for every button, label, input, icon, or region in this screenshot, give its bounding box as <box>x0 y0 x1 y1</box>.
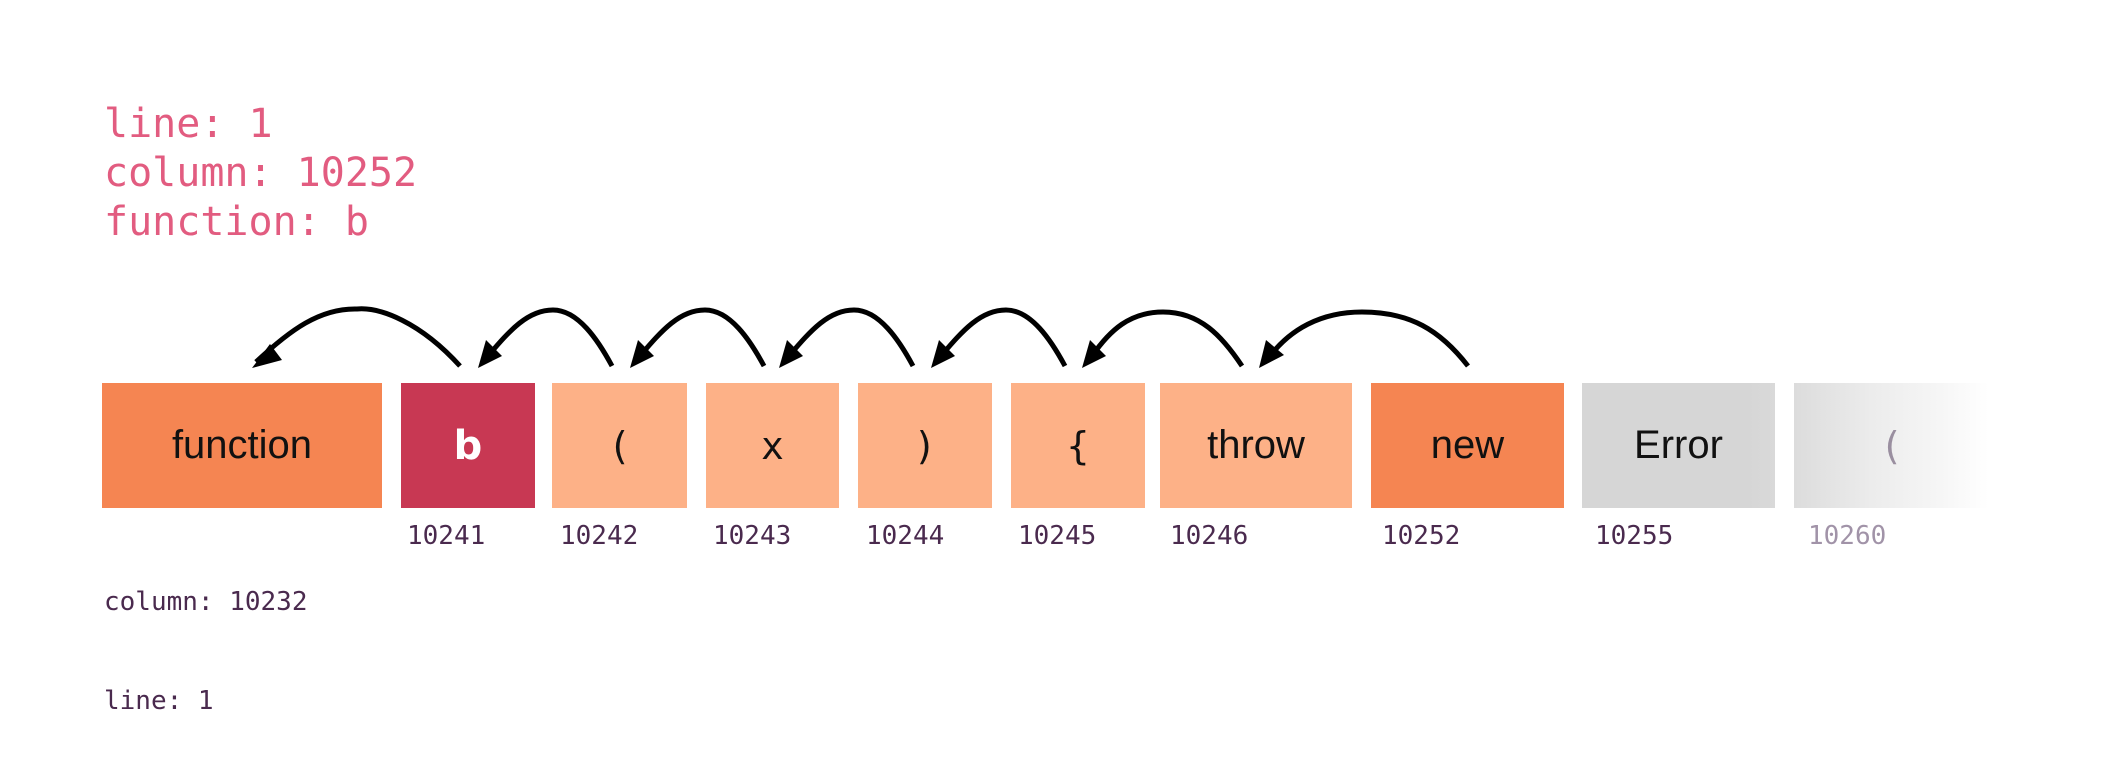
arrowhead-icon <box>252 344 282 368</box>
column-label: 10244 <box>866 521 945 551</box>
column-label: column: 10232 <box>104 587 308 617</box>
token-text: { <box>1066 423 1090 468</box>
column-label: 10242 <box>560 521 639 551</box>
column-label: 10255 <box>1595 521 1674 551</box>
column-label: 10245 <box>1018 521 1097 551</box>
arrow-paren-to-b <box>486 307 615 368</box>
token-open-paren: ( <box>552 383 687 508</box>
token-b: b <box>401 383 535 508</box>
arrow-b-to-function <box>254 306 462 368</box>
column-label: 10252 <box>1382 521 1461 551</box>
column-label-first: column: 10232 line: 1 <box>104 520 308 751</box>
arrow-rparen-to-x <box>787 307 916 368</box>
arrow-throw-to-brace <box>1089 309 1245 368</box>
arrow-new-to-throw <box>1268 309 1470 368</box>
line-label: line: 1 <box>104 686 214 716</box>
token-text: new <box>1430 423 1505 467</box>
token-text: ( <box>608 423 631 468</box>
token-error: Error <box>1582 383 1775 508</box>
token-text: ) <box>913 423 937 468</box>
token-text: throw <box>1207 423 1305 467</box>
backtrack-arrows <box>252 306 1470 368</box>
column-label: 10241 <box>407 521 486 551</box>
token-function: function <box>102 383 382 508</box>
column-label: 10260 <box>1808 521 1887 551</box>
token-text: b <box>453 422 483 469</box>
token-throw: throw <box>1160 383 1352 508</box>
token-text: ( <box>1880 423 1903 468</box>
token-close-paren: ) <box>858 383 992 508</box>
arrow-x-to-paren <box>638 307 767 368</box>
token-text: function <box>171 423 313 467</box>
token-text: x <box>761 423 784 468</box>
token-text: Error <box>1634 423 1723 467</box>
token-x: x <box>706 383 839 508</box>
token-open-brace: { <box>1011 383 1145 508</box>
column-label: 10246 <box>1170 521 1249 551</box>
column-label: 10243 <box>713 521 792 551</box>
token-open-paren-faded: ( <box>1794 383 1989 508</box>
token-new: new <box>1371 383 1564 508</box>
arrow-brace-to-rparen <box>939 307 1068 368</box>
